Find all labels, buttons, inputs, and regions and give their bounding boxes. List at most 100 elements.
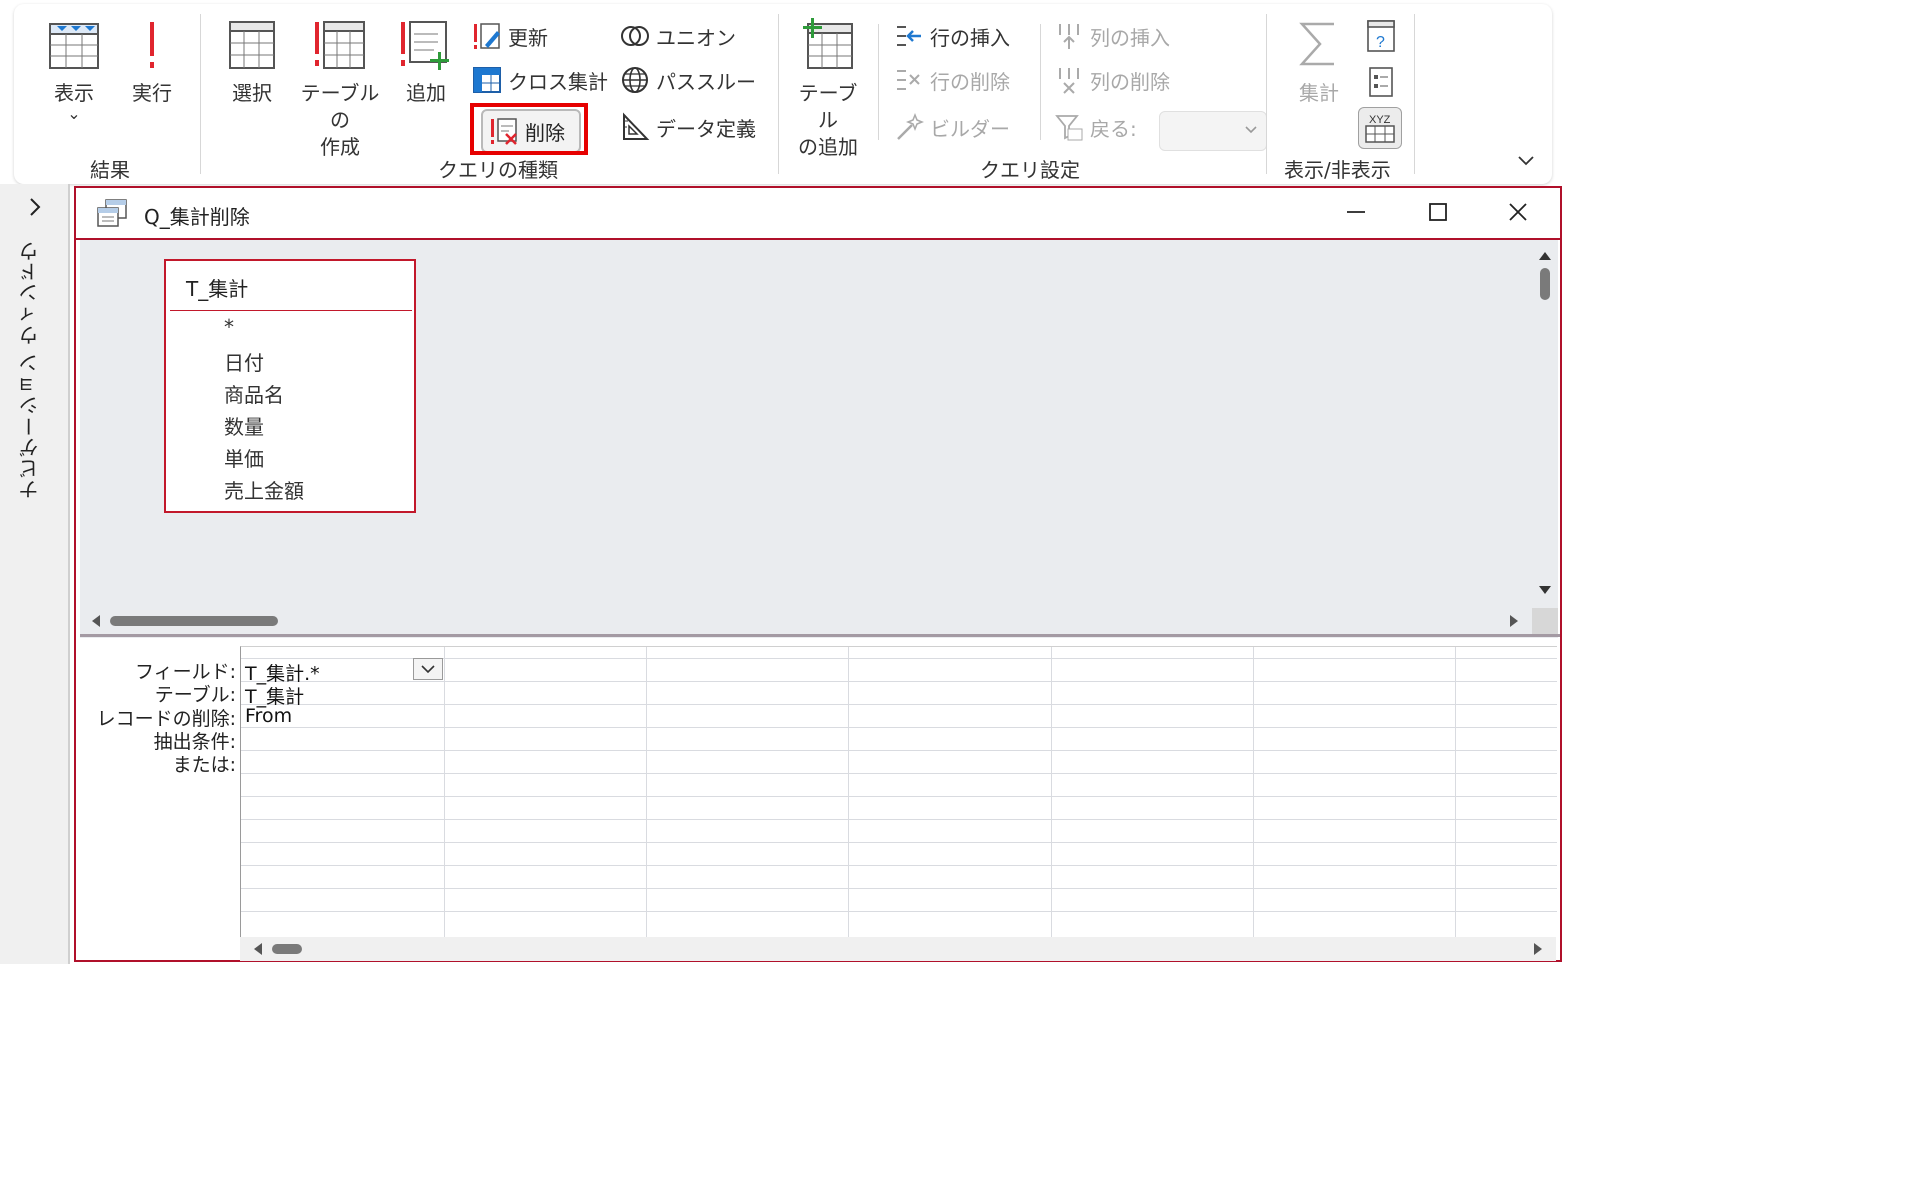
field-item[interactable]: 商品名 xyxy=(224,379,284,408)
append-query-button[interactable]: 追加 xyxy=(398,18,454,107)
query-window-titlebar: Q_集計削除 xyxy=(76,188,1560,240)
group-label-query-setup: クエリ設定 xyxy=(980,158,1080,182)
row-label-or: または: xyxy=(172,754,236,776)
update-query-icon xyxy=(472,21,502,51)
delete-rows-button[interactable]: 行の削除 xyxy=(894,62,1010,98)
return-label: 戻る: xyxy=(1090,116,1137,141)
make-table-label-line2: 作成 xyxy=(320,135,360,159)
magic-wand-icon xyxy=(894,112,924,142)
builder-button[interactable]: ビルダー xyxy=(894,109,1010,145)
crosstab-query-label: クロス集計 xyxy=(508,69,608,94)
insert-rows-button[interactable]: 行の挿入 xyxy=(894,18,1010,54)
table-field-list[interactable]: T_集計 * 日付 商品名 数量 単価 売上金額 xyxy=(164,259,416,513)
minimize-icon xyxy=(1347,211,1365,213)
scroll-up-arrow-icon[interactable] xyxy=(1539,252,1551,260)
scroll-thumb[interactable] xyxy=(272,944,302,954)
delete-rows-icon xyxy=(894,65,924,95)
make-table-query-icon xyxy=(315,21,365,69)
select-query-label: 選択 xyxy=(232,81,272,105)
property-sheet-button[interactable] xyxy=(1364,64,1398,100)
make-table-query-button[interactable]: テーブルの 作成 xyxy=(296,18,384,161)
datasheet-view-icon xyxy=(49,23,99,69)
totals-label: 集計 xyxy=(1299,81,1339,105)
delete-rows-label: 行の削除 xyxy=(930,69,1010,94)
pane-splitter[interactable] xyxy=(80,634,1560,637)
row-label-table: テーブル: xyxy=(154,684,236,706)
exclamation-icon xyxy=(150,22,154,68)
return-value-select[interactable] xyxy=(1159,111,1267,151)
run-label: 実行 xyxy=(132,81,172,105)
group-label-show-hide: 表示/非表示 xyxy=(1284,158,1391,182)
pass-through-query-button[interactable]: パススルー xyxy=(620,62,756,98)
data-definition-query-button[interactable]: データ定義 xyxy=(620,109,756,145)
nav-pane-label[interactable]: ナビゲーション ウィンドウ xyxy=(15,240,44,499)
separator xyxy=(1040,24,1041,140)
delete-columns-button[interactable]: 列の削除 xyxy=(1054,62,1170,98)
horizontal-scrollbar[interactable] xyxy=(80,608,1532,634)
collapse-ribbon-button[interactable] xyxy=(1516,150,1536,170)
insert-rows-label: 行の挿入 xyxy=(930,25,1010,50)
chevron-down-icon xyxy=(421,665,435,674)
table-names-icon: XYZ xyxy=(1365,114,1395,143)
property-sheet-icon xyxy=(1369,67,1393,97)
parameters-button[interactable]: ? xyxy=(1364,18,1398,54)
minimize-button[interactable] xyxy=(1344,200,1368,228)
scroll-left-arrow-icon[interactable] xyxy=(254,943,262,955)
divider xyxy=(170,310,412,311)
separator xyxy=(878,24,879,140)
maximize-icon xyxy=(1429,203,1447,221)
insert-columns-button[interactable]: 列の挿入 xyxy=(1054,18,1170,54)
field-item[interactable]: * xyxy=(224,315,234,339)
group-separator xyxy=(778,14,779,174)
crosstab-query-button[interactable]: クロス集計 xyxy=(472,62,608,98)
view-button[interactable]: 表示 ⌄ xyxy=(44,18,104,123)
chevron-down-icon xyxy=(1244,120,1258,144)
add-table-icon xyxy=(803,18,853,69)
navigation-pane: ナビゲーション ウィンドウ xyxy=(0,184,70,964)
union-query-label: ユニオン xyxy=(656,25,736,50)
make-table-label-line1: テーブルの xyxy=(300,81,380,132)
add-table-label-line1: テーブル xyxy=(798,81,858,132)
expand-nav-button[interactable] xyxy=(22,194,48,220)
table-names-button[interactable]: XYZ xyxy=(1358,107,1402,149)
chevron-down-icon xyxy=(1518,156,1534,166)
group-separator xyxy=(200,14,201,174)
scroll-right-arrow-icon[interactable] xyxy=(1534,943,1542,955)
group-separator xyxy=(1266,14,1267,174)
builder-label: ビルダー xyxy=(930,116,1010,141)
chevron-down-icon: ⌄ xyxy=(67,104,81,123)
view-label: 表示 xyxy=(54,81,94,105)
close-button[interactable] xyxy=(1506,200,1530,228)
append-query-label: 追加 xyxy=(406,81,446,105)
group-separator xyxy=(1414,14,1415,174)
scroll-thumb[interactable] xyxy=(110,616,278,626)
select-query-button[interactable]: 選択 xyxy=(222,18,282,107)
field-dropdown-button[interactable] xyxy=(413,658,443,680)
field-item[interactable]: 数量 xyxy=(224,411,264,440)
grid-cell-delete[interactable]: From xyxy=(245,705,292,727)
return-label-group: 戻る: xyxy=(1054,109,1137,145)
vertical-scrollbar[interactable] xyxy=(1532,240,1558,658)
ribbon: 表示 ⌄ 実行 結果 選択 テーブルの 作成 追加 更新 クロス集計 削除 ユニ… xyxy=(14,4,1552,184)
scroll-right-arrow-icon[interactable] xyxy=(1510,615,1518,627)
field-item[interactable]: 売上金額 xyxy=(224,475,304,504)
union-query-button[interactable]: ユニオン xyxy=(620,18,736,54)
query-icon xyxy=(96,198,128,232)
field-item[interactable]: 日付 xyxy=(224,347,264,376)
group-label-results: 結果 xyxy=(90,158,130,182)
scroll-down-arrow-icon[interactable] xyxy=(1539,586,1551,594)
field-item[interactable]: 単価 xyxy=(224,443,264,472)
scroll-left-arrow-icon[interactable] xyxy=(92,615,100,627)
query-design-grid[interactable]: T_集計.* T_集計 From xyxy=(240,646,1557,937)
update-query-button[interactable]: 更新 xyxy=(472,18,548,54)
grid-horizontal-scrollbar[interactable] xyxy=(240,937,1556,961)
add-table-label-line2: の追加 xyxy=(798,135,858,159)
scroll-thumb[interactable] xyxy=(1540,268,1550,300)
triangle-ruler-icon xyxy=(620,112,650,142)
maximize-button[interactable] xyxy=(1426,200,1450,228)
totals-button[interactable]: 集計 xyxy=(1292,18,1346,107)
run-button[interactable]: 実行 xyxy=(124,18,180,107)
group-label-query-type: クエリの種類 xyxy=(438,158,558,182)
add-table-button[interactable]: テーブル の追加 xyxy=(792,18,864,161)
update-query-label: 更新 xyxy=(508,25,548,50)
